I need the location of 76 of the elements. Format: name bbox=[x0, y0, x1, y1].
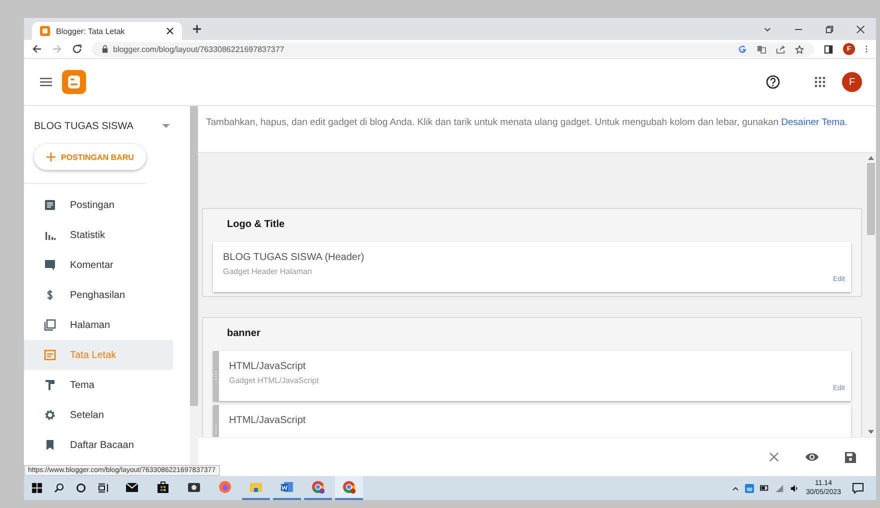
scroll-down-arrow-icon[interactable] bbox=[868, 430, 874, 434]
tray-app-icon[interactable] bbox=[744, 484, 754, 492]
gadget-name: BLOG TUGAS SISWA (Header) bbox=[223, 252, 366, 263]
close-icon[interactable] bbox=[166, 27, 174, 35]
star-icon[interactable] bbox=[795, 44, 804, 54]
share-icon[interactable] bbox=[776, 44, 785, 54]
task-view-icon[interactable] bbox=[98, 483, 108, 493]
apps-grid-icon[interactable] bbox=[814, 76, 826, 88]
comments-icon bbox=[44, 259, 56, 271]
camera-icon bbox=[187, 480, 201, 494]
sidebar-item[interactable]: Tema bbox=[24, 370, 173, 400]
back-arrow-icon[interactable] bbox=[32, 44, 42, 54]
browser-tab[interactable]: Blogger: Tata Letak bbox=[32, 22, 182, 40]
address-bar[interactable]: blogger.com/blog/layout/7633086221697837377 bbox=[92, 42, 814, 56]
new-tab-icon[interactable] bbox=[192, 24, 202, 34]
reading-icon bbox=[44, 439, 56, 451]
dropdown-caret-icon[interactable] bbox=[162, 124, 170, 128]
translate-icon[interactable] bbox=[757, 44, 766, 54]
word-icon bbox=[280, 480, 294, 494]
mail-icon bbox=[125, 480, 139, 494]
scrollbar-thumb[interactable] bbox=[190, 106, 198, 406]
gadget-name: HTML/JavaScript bbox=[229, 361, 307, 372]
sidebar-item[interactable]: Penghasilan bbox=[24, 280, 173, 310]
sidebar-item[interactable]: Halaman bbox=[24, 310, 173, 340]
google-g-icon[interactable] bbox=[738, 44, 747, 54]
sidebar-item[interactable]: Daftar Bacaan bbox=[24, 430, 173, 460]
gadget-name: HTML/JavaScript bbox=[229, 415, 307, 426]
theme-icon bbox=[44, 379, 56, 391]
user-avatar[interactable]: F bbox=[842, 72, 862, 92]
settings-icon bbox=[44, 409, 56, 421]
firefox-icon bbox=[218, 480, 232, 494]
help-icon[interactable] bbox=[766, 75, 780, 89]
chrome-icon bbox=[342, 480, 356, 494]
sidebar-item[interactable]: Postingan bbox=[24, 190, 173, 220]
section-title: banner bbox=[226, 327, 262, 341]
theme-designer-link[interactable]: Desainer Tema bbox=[781, 117, 845, 128]
blogger-logo-icon[interactable] bbox=[62, 70, 86, 94]
drag-handle[interactable] bbox=[213, 351, 219, 401]
restore-icon[interactable] bbox=[825, 24, 834, 34]
lock-icon bbox=[102, 45, 108, 53]
gadget-card[interactable]: HTML/JavaScript bbox=[213, 405, 851, 437]
blog-title[interactable]: BLOG TUGAS SISWA bbox=[34, 120, 134, 132]
search-icon[interactable] bbox=[54, 483, 64, 493]
blogger-logo-icon bbox=[40, 26, 50, 36]
explorer-icon bbox=[249, 480, 263, 494]
scrollbar-thumb[interactable] bbox=[867, 163, 875, 235]
save-icon[interactable] bbox=[845, 452, 856, 462]
wifi-icon[interactable] bbox=[774, 484, 784, 492]
battery-icon[interactable] bbox=[760, 485, 769, 491]
notification-icon[interactable] bbox=[852, 482, 864, 494]
pages-icon bbox=[44, 319, 56, 331]
section-title: Logo & Title bbox=[226, 218, 286, 232]
layout-icon bbox=[44, 349, 56, 361]
sidebar-item[interactable]: Statistik bbox=[24, 220, 173, 250]
chrome-icon bbox=[311, 480, 325, 494]
store-icon bbox=[156, 480, 170, 494]
reload-icon[interactable] bbox=[72, 44, 82, 54]
chevron-up-icon[interactable] bbox=[732, 486, 739, 490]
sidebar-item[interactable]: Setelan bbox=[24, 400, 173, 430]
more-vertical-icon[interactable] bbox=[865, 44, 868, 54]
menu-icon[interactable] bbox=[40, 77, 52, 87]
stats-icon bbox=[44, 229, 56, 241]
gadget-type: Gadget HTML/JavaScript bbox=[229, 376, 320, 385]
plus-icon bbox=[46, 152, 56, 162]
close-icon[interactable] bbox=[856, 24, 865, 34]
side-panel-icon[interactable] bbox=[824, 44, 833, 54]
gadget-type: Gadget Header Halaman bbox=[223, 267, 313, 276]
speaker-icon[interactable] bbox=[790, 484, 799, 492]
posts-icon bbox=[44, 199, 56, 211]
description-text: Tambahkan, hapus, dan edit gadget di blog Anda. Klik dan tarik untuk menata ulang gadget. Untuk mengubah kolom dan lebar, gunakan Desainer Tema. bbox=[205, 116, 849, 130]
preview-eye-icon[interactable] bbox=[805, 452, 819, 462]
scrollbar-track[interactable] bbox=[866, 153, 876, 437]
sidebar-item[interactable]: Komentar bbox=[24, 250, 173, 280]
scroll-up-arrow-icon[interactable] bbox=[868, 156, 874, 160]
circle-icon[interactable] bbox=[76, 483, 86, 493]
start-icon[interactable] bbox=[32, 483, 42, 493]
